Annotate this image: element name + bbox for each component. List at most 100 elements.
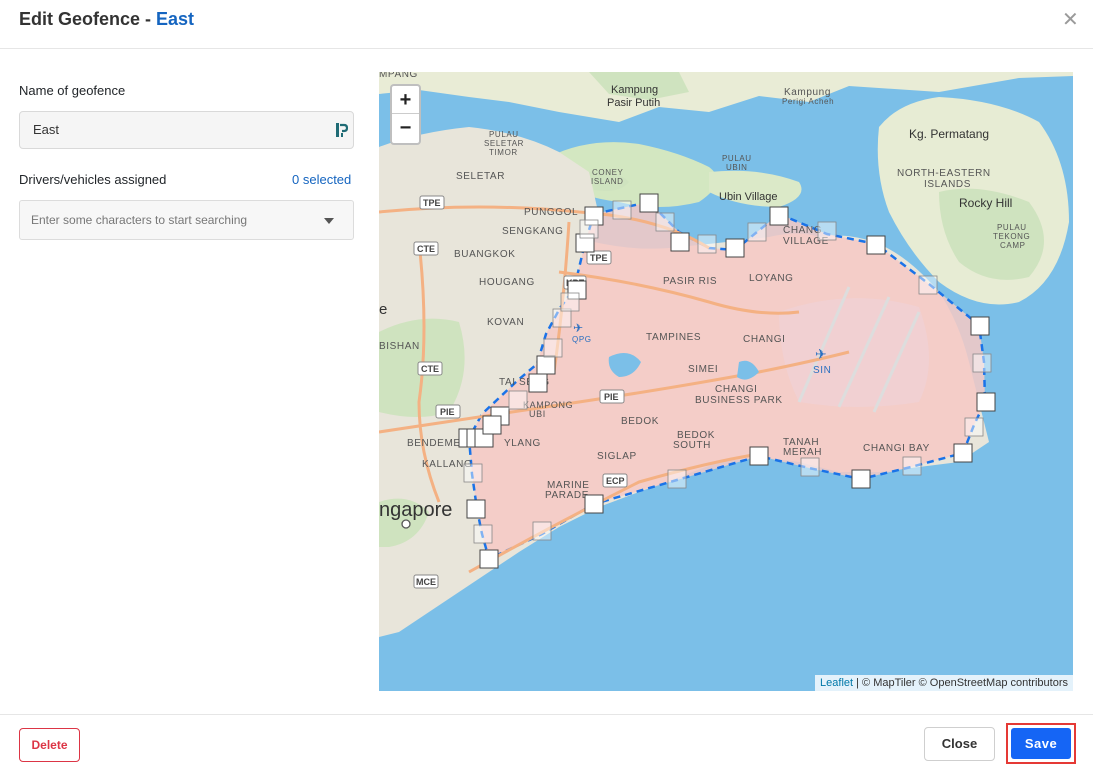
- midpoint-handle[interactable]: [552, 308, 572, 328]
- midpoint-handle[interactable]: [972, 353, 992, 373]
- label-tanah-merah-2: MERAH: [783, 447, 822, 458]
- road-tag-cte-2: CTE: [417, 361, 443, 376]
- midpoint-handle[interactable]: [473, 524, 493, 544]
- label-buangkok: BUANGKOK: [454, 249, 515, 260]
- geofence-name-input[interactable]: East: [19, 111, 354, 149]
- road-tag-mce: MCE: [413, 574, 439, 589]
- label-bishan: BISHAN: [379, 341, 420, 352]
- geofence-name-value: East: [33, 122, 60, 137]
- vertex-handle[interactable]: [953, 443, 973, 463]
- label-kovan: KOVAN: [487, 317, 524, 328]
- save-button-highlight: Save: [1006, 723, 1076, 764]
- vertex-handle[interactable]: [536, 355, 556, 375]
- label-bedok: BEDOK: [621, 416, 659, 427]
- label-seletar-island-3: TIMOR: [489, 148, 518, 157]
- label-kampung-pasir-putih-1: Kampung: [611, 84, 658, 96]
- label-pulau-ubin-2: UBIN: [726, 163, 748, 172]
- midpoint-handle[interactable]: [579, 219, 599, 239]
- label-changi-bay: CHANGI BAY: [863, 443, 930, 454]
- vertex-handle[interactable]: [866, 235, 886, 255]
- selected-count-link[interactable]: 0 selected: [292, 172, 351, 187]
- vertex-handle[interactable]: [482, 415, 502, 435]
- driver-search-select[interactable]: Enter some characters to start searching: [19, 200, 354, 240]
- label-seletar-island-2: SELETAR: [484, 139, 524, 148]
- label-tampines: TAMPINES: [646, 332, 701, 343]
- assigned-label: Drivers/vehicles assigned: [19, 172, 167, 187]
- label-kampong-ubi-2: UBI: [529, 409, 546, 419]
- password-manager-icon[interactable]: [336, 123, 348, 137]
- svg-text:TPE: TPE: [423, 198, 441, 208]
- label-singapore: ngapore: [379, 499, 452, 521]
- label-sengkang: SENGKANG: [502, 226, 563, 237]
- save-button[interactable]: Save: [1011, 728, 1071, 759]
- midpoint-handle[interactable]: [747, 222, 767, 242]
- label-kg-permatang: Kg. Permatang: [909, 127, 989, 141]
- zoom-out-button[interactable]: −: [392, 114, 419, 142]
- road-tag-pie: PIE: [435, 404, 461, 419]
- label-ubin-village: Ubin Village: [719, 191, 778, 203]
- geofence-map[interactable]: Kampung Pasir Putih Kampung Perigi Acheh…: [379, 72, 1073, 691]
- vertex-handle[interactable]: [528, 373, 548, 393]
- vertex-handle[interactable]: [584, 494, 604, 514]
- midpoint-handle[interactable]: [918, 275, 938, 295]
- chevron-down-icon[interactable]: [324, 218, 334, 224]
- midpoint-handle[interactable]: [508, 390, 528, 410]
- label-changi: CHANGI: [743, 334, 786, 345]
- name-label: Name of geofence: [19, 83, 126, 98]
- singapore-marker-icon: [401, 519, 411, 529]
- label-changi-bp-2: BUSINESS PARK: [695, 395, 783, 406]
- vertex-handle[interactable]: [749, 446, 769, 466]
- label-rocky-hill: Rocky Hill: [959, 196, 1012, 210]
- road-tag-pie-2: PIE: [599, 389, 625, 404]
- svg-text:CTE: CTE: [417, 244, 435, 254]
- midpoint-handle[interactable]: [560, 292, 580, 312]
- dialog-footer: Delete Close Save: [0, 714, 1093, 772]
- road-tag-cte: CTE: [413, 241, 439, 256]
- vertex-handle[interactable]: [479, 549, 499, 569]
- close-button[interactable]: Close: [924, 727, 995, 761]
- midpoint-handle[interactable]: [532, 521, 552, 541]
- vertex-handle[interactable]: [725, 238, 745, 258]
- midpoint-handle[interactable]: [667, 469, 687, 489]
- svg-text:PIE: PIE: [440, 407, 455, 417]
- airport-sin-icon: ✈: [815, 346, 827, 362]
- label-kampung-perigi-2: Perigi Acheh: [782, 97, 834, 106]
- midpoint-handle[interactable]: [964, 417, 984, 437]
- vertex-handle[interactable]: [670, 232, 690, 252]
- close-icon[interactable]: ✕: [1062, 10, 1079, 30]
- midpoint-handle[interactable]: [463, 463, 483, 483]
- vertex-handle[interactable]: [639, 193, 659, 213]
- label-geylang: YLANG: [504, 438, 541, 449]
- midpoint-handle[interactable]: [697, 234, 717, 254]
- delete-button[interactable]: Delete: [19, 728, 80, 762]
- label-loyang: LOYANG: [749, 273, 794, 284]
- map-canvas[interactable]: Kampung Pasir Putih Kampung Perigi Acheh…: [379, 72, 1073, 691]
- midpoint-handle[interactable]: [543, 338, 563, 358]
- attribution-text: | © MapTiler © OpenStreetMap contributor…: [853, 677, 1068, 689]
- label-marine-parade-2: PARADE: [545, 490, 589, 501]
- label-seletar-island-1: PULAU: [489, 130, 519, 139]
- vertex-handle[interactable]: [466, 499, 486, 519]
- label-pulau-ubin-1: PULAU: [722, 154, 752, 163]
- label-kampung-pasir-putih-2: Pasir Putih: [607, 97, 660, 109]
- midpoint-handle[interactable]: [655, 212, 675, 232]
- search-placeholder: Enter some characters to start searching: [31, 213, 248, 227]
- vertex-handle[interactable]: [851, 469, 871, 489]
- map-attribution: Leaflet | © MapTiler © OpenStreetMap con…: [815, 675, 1073, 691]
- label-ne-islands-1: NORTH-EASTERN: [897, 168, 991, 179]
- label-tekong-3: CAMP: [1000, 241, 1026, 250]
- vertex-handle[interactable]: [769, 206, 789, 226]
- leaflet-link[interactable]: Leaflet: [820, 677, 853, 689]
- vertex-handle[interactable]: [976, 392, 996, 412]
- midpoint-handle[interactable]: [902, 456, 922, 476]
- airport-qpg-icon: ✈: [573, 321, 583, 335]
- midpoint-handle[interactable]: [800, 457, 820, 477]
- zoom-in-button[interactable]: +: [392, 86, 419, 114]
- midpoint-handle[interactable]: [612, 200, 632, 220]
- label-pasir-ris: PASIR RIS: [663, 276, 717, 287]
- vertex-handle[interactable]: [970, 316, 990, 336]
- changi-airport-area: [779, 298, 929, 407]
- midpoint-handle[interactable]: [817, 221, 837, 241]
- label-coney-1: CONEY: [592, 168, 624, 177]
- svg-text:TPE: TPE: [590, 253, 608, 263]
